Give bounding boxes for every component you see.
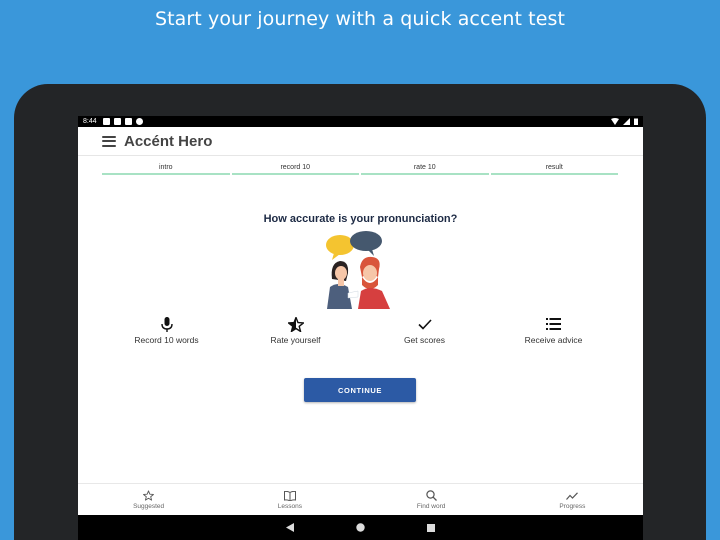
continue-button[interactable]: CONTINUE [304, 378, 416, 402]
recents-icon[interactable] [427, 523, 435, 532]
app-title: Accént Hero [124, 132, 213, 150]
nav-find-word[interactable]: Find word [361, 484, 502, 515]
book-icon [283, 490, 296, 502]
list-icon [546, 316, 562, 332]
star-half-icon [287, 316, 304, 332]
trending-icon [566, 490, 579, 502]
feature-advice-label: Receive advice [524, 335, 583, 345]
search-icon [425, 490, 437, 502]
star-outline-icon [143, 490, 155, 502]
nav-lessons-label: Lessons [277, 502, 302, 510]
step-record: record 10 [231, 164, 359, 175]
image-notification-icon [102, 118, 110, 125]
battery-icon [634, 118, 638, 125]
status-bar: 8:44 [78, 116, 643, 127]
back-icon[interactable] [286, 523, 294, 532]
checkmark-icon [417, 316, 433, 332]
feature-scores-label: Get scores [403, 335, 446, 345]
step-rate: rate 10 [361, 164, 489, 175]
app-bar: Accént Hero [78, 127, 643, 156]
system-navigation-bar [78, 515, 643, 540]
feature-record: Record 10 words [102, 316, 231, 345]
nav-suggested[interactable]: Suggested [78, 484, 219, 515]
feature-rate: Rate yourself [231, 316, 360, 345]
device-screen: 8:44 Accént Hero intro record 10 rate 10… [78, 116, 643, 540]
feature-rate-label: Rate yourself [270, 335, 321, 345]
conversation-illustration [326, 231, 390, 309]
feature-advice: Receive advice [489, 316, 618, 345]
progress-steps: intro record 10 rate 10 result [102, 164, 618, 175]
wifi-icon [611, 118, 619, 125]
signal-icon [623, 118, 630, 125]
sd-card-icon [124, 118, 132, 125]
status-time: 8:44 [83, 118, 97, 125]
promo-headline: Start your journey with a quick accent t… [154, 8, 566, 30]
feature-scores: Get scores [360, 316, 489, 345]
app-notification-icon [113, 118, 121, 125]
nav-progress[interactable]: Progress [502, 484, 643, 515]
step-result: result [490, 164, 618, 175]
nav-suggested-label: Suggested [133, 502, 165, 510]
system-status-icons [611, 118, 638, 125]
bottom-navigation: Suggested Lessons Find word Progress [78, 483, 643, 515]
question-heading: How accurate is your pronunciation? [263, 213, 458, 225]
hamburger-menu-icon[interactable] [102, 135, 116, 147]
home-icon[interactable] [356, 523, 365, 532]
step-intro: intro [102, 164, 230, 175]
feature-record-label: Record 10 words [134, 335, 199, 345]
nav-progress-label: Progress [559, 502, 586, 510]
sync-icon [135, 118, 143, 125]
feature-row: Record 10 words Rate yourself Get scores… [102, 316, 618, 345]
microphone-icon [159, 316, 175, 332]
notification-icons [102, 118, 143, 125]
nav-find-word-label: Find word [416, 502, 446, 510]
nav-lessons[interactable]: Lessons [219, 484, 360, 515]
